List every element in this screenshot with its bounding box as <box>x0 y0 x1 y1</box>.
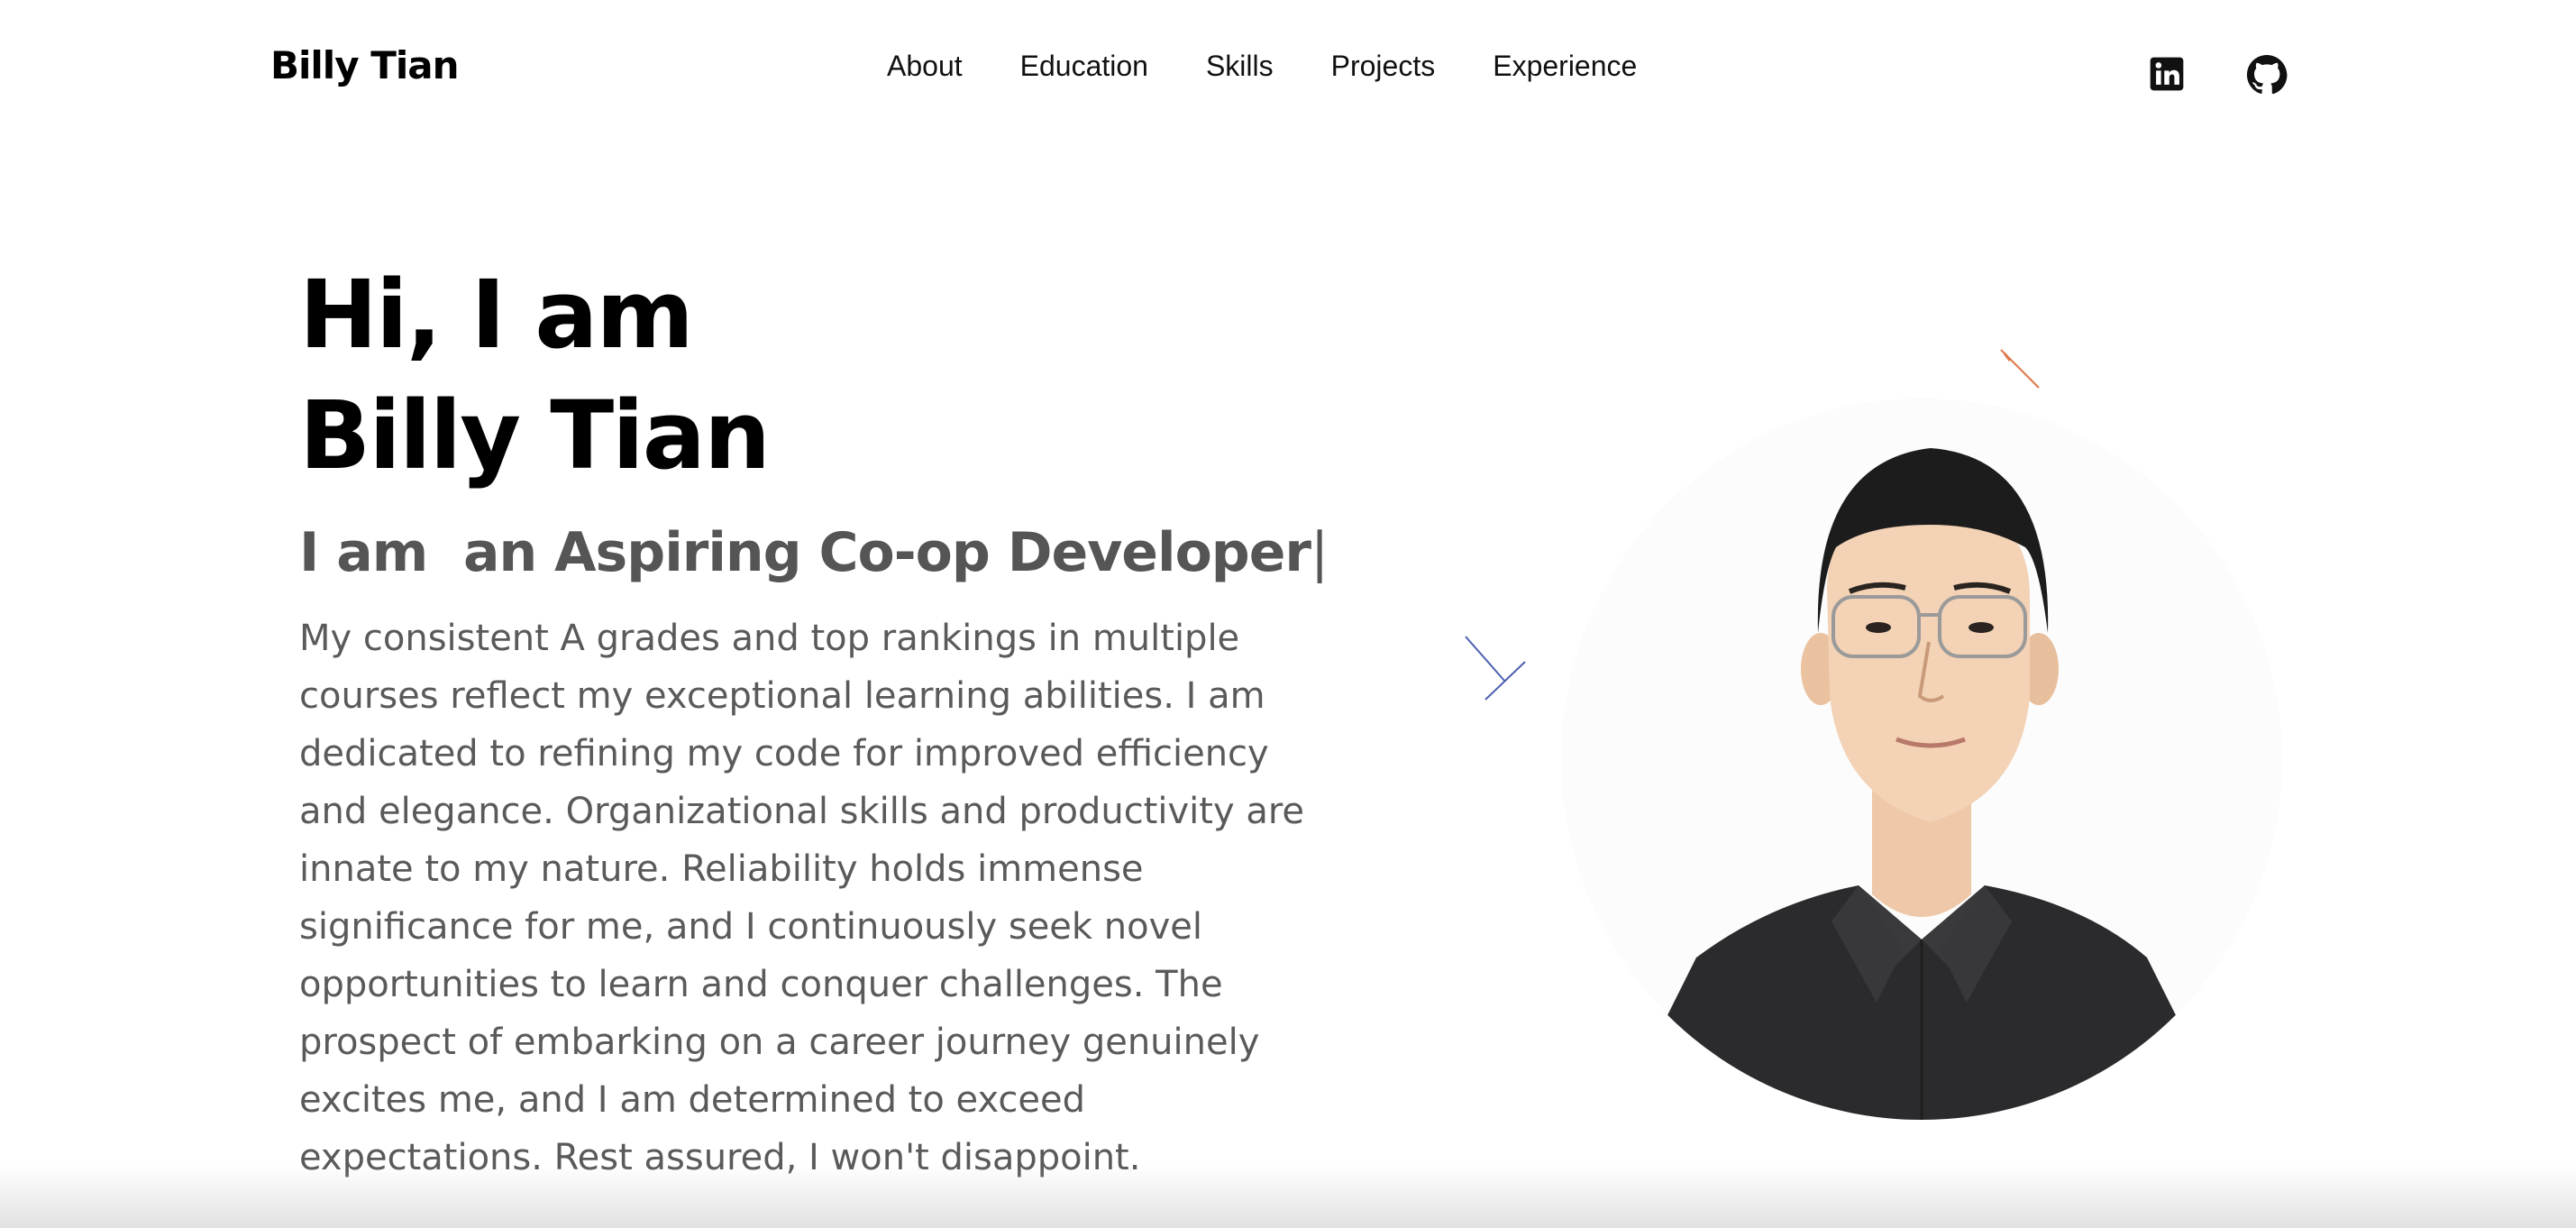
profile-photo <box>1561 399 2282 1120</box>
hero-name: Billy Tian <box>299 380 771 490</box>
nav-link-projects[interactable]: Projects <box>1331 50 1436 83</box>
greeting-line: Hi, I am <box>299 260 694 370</box>
hero-section: Hi, I am Billy Tian I am an Aspiring Co-… <box>299 254 1329 1187</box>
spark-blue-icon <box>1465 636 1526 701</box>
nav-link-experience[interactable]: Experience <box>1493 50 1637 83</box>
role-typewriter: I am an Aspiring Co-op Developer| <box>299 521 1329 584</box>
bio-paragraph: My consistent A grades and top rankings … <box>299 618 1305 1178</box>
typing-caret: | <box>1311 521 1329 584</box>
portfolio-page: Billy Tian About Education Skills Projec… <box>0 0 2576 1228</box>
linkedin-icon[interactable] <box>2147 54 2187 94</box>
role-text: an Aspiring Co-op Developer <box>463 521 1311 584</box>
nav-link-education[interactable]: Education <box>1020 50 1148 83</box>
nav-link-skills[interactable]: Skills <box>1206 50 1274 83</box>
nav-link-about[interactable]: About <box>887 50 963 83</box>
nav-links: About Education Skills Projects Experien… <box>887 50 1637 83</box>
role-prefix: I am <box>299 521 428 584</box>
hero-heading: Hi, I am Billy Tian <box>299 254 1318 496</box>
spark-orange-icon <box>2000 349 2040 389</box>
brand-logo[interactable]: Billy Tian <box>270 43 459 87</box>
navbar: Billy Tian About Education Skills Projec… <box>0 0 2576 137</box>
github-icon[interactable] <box>2246 54 2288 95</box>
bottom-fade <box>0 1165 2576 1228</box>
